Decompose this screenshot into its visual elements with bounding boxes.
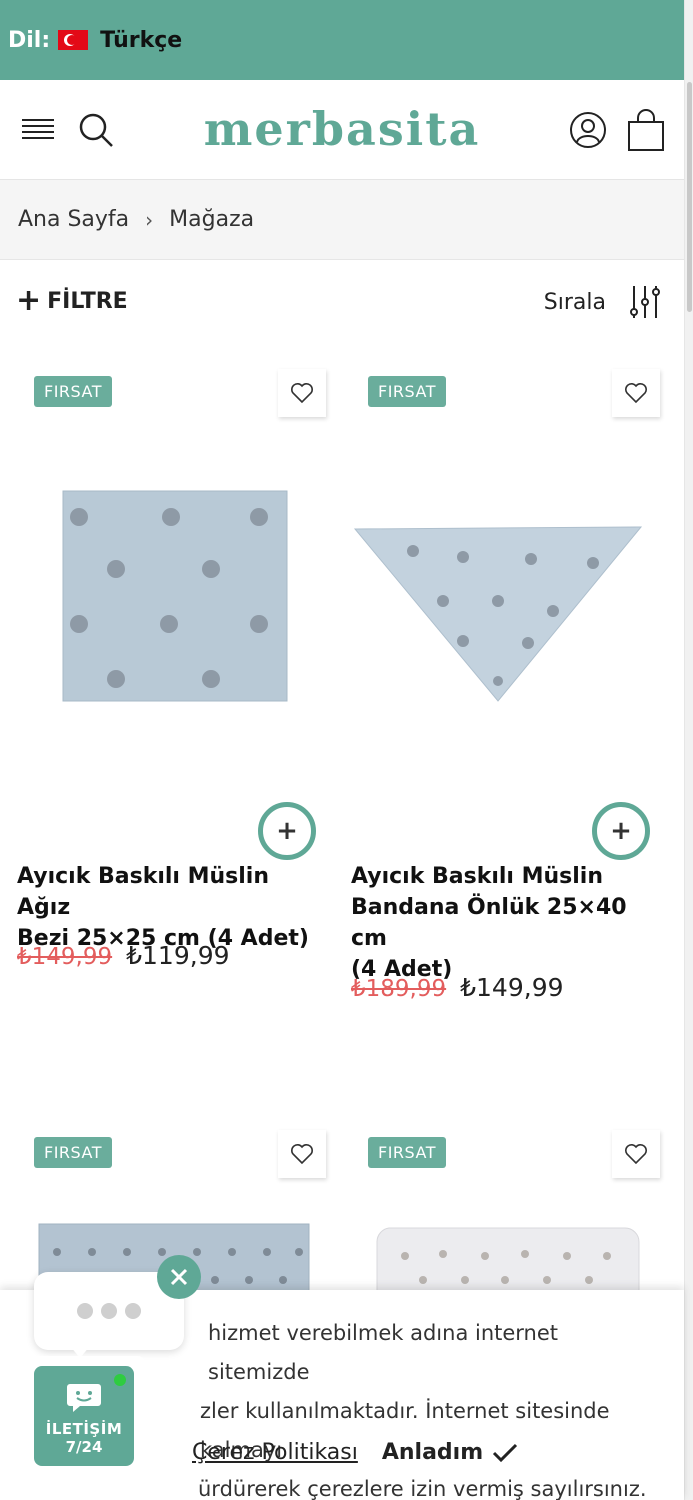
wishlist-button[interactable]: [278, 369, 326, 417]
product-prices: ₺149,99 ₺119,99: [17, 941, 230, 970]
close-icon: [170, 1268, 188, 1286]
old-price: ₺189,99: [351, 976, 447, 1002]
sliders-icon: [630, 286, 660, 318]
typing-dot: [101, 1303, 117, 1319]
chevron-right-icon: ›: [145, 207, 154, 232]
current-price: ₺119,99: [126, 941, 230, 970]
heart-icon: [625, 383, 647, 404]
sale-badge: FIRSAT: [368, 1137, 446, 1168]
product-image[interactable]: [375, 1226, 641, 1292]
heart-icon: [291, 1144, 313, 1165]
chat-close-button[interactable]: [157, 1255, 201, 1299]
cart-button[interactable]: [622, 106, 670, 154]
heart-icon: [625, 1144, 647, 1165]
product-name[interactable]: Ayıcık Baskılı Müslin Bandana Önlük 25×4…: [351, 861, 663, 985]
sale-badge: FIRSAT: [368, 376, 446, 407]
chat-hours: 7/24: [65, 1438, 103, 1456]
language-label: Dil:: [8, 27, 51, 53]
old-price: ₺149,99: [17, 944, 113, 970]
product-card[interactable]: FIRSAT + Ayıcık Baskılı Müslin Bandana Ö…: [351, 361, 663, 1011]
filter-label: FİLTRE: [47, 288, 128, 314]
sort-button[interactable]: Sırala: [544, 284, 662, 320]
sale-badge: FIRSAT: [34, 1137, 112, 1168]
product-name-line: Ayıcık Baskılı Müslin: [351, 864, 604, 889]
plus-icon: +: [16, 283, 42, 318]
filter-button[interactable]: + FİLTRE: [16, 286, 128, 316]
breadcrumb: Ana Sayfa › Mağaza: [0, 180, 684, 260]
page-scrollbar[interactable]: [684, 0, 693, 1500]
wishlist-button[interactable]: [278, 1130, 326, 1178]
turkey-flag-icon[interactable]: [58, 30, 89, 50]
site-header: merbasita: [0, 80, 684, 180]
cookie-accept-label: Anladım: [381, 1440, 484, 1465]
chat-label: İLETİŞİM: [45, 1420, 123, 1438]
chat-smile-icon: [67, 1384, 101, 1412]
breadcrumb-store[interactable]: Mağaza: [169, 207, 254, 232]
online-status-indicator: [112, 1372, 128, 1388]
product-name-line: Ayıcık Baskılı Müslin Ağız: [17, 864, 270, 920]
filter-bar: + FİLTRE Sırala: [0, 262, 684, 346]
heart-icon: [291, 383, 313, 404]
sale-badge: FIRSAT: [34, 376, 112, 407]
breadcrumb-home[interactable]: Ana Sayfa: [18, 207, 129, 232]
cookie-actions: Çerez Politikası Anladım: [192, 1440, 519, 1465]
cookie-policy-link[interactable]: Çerez Politikası: [192, 1440, 358, 1465]
language-bar: Dil: Türkçe: [0, 0, 684, 80]
product-image[interactable]: [353, 521, 643, 705]
wishlist-button[interactable]: [612, 369, 660, 417]
sort-label: Sırala: [543, 289, 606, 315]
product-prices: ₺189,99 ₺149,99: [351, 973, 564, 1002]
checkmark-icon: [493, 1443, 518, 1462]
wishlist-button[interactable]: [612, 1130, 660, 1178]
language-selector[interactable]: Türkçe: [100, 28, 182, 53]
typing-dot: [77, 1303, 93, 1319]
product-card[interactable]: FIRSAT + Ayıcık Baskılı Müslin Ağız Bezi…: [17, 361, 329, 1011]
shopping-bag-icon: [628, 109, 664, 151]
scrollbar-thumb[interactable]: [687, 82, 692, 312]
product-name-line: Bandana Önlük 25×40 cm: [351, 895, 627, 951]
account-button[interactable]: [564, 106, 612, 154]
current-price: ₺149,99: [460, 973, 564, 1002]
cookie-accept-button[interactable]: Anladım: [382, 1440, 519, 1465]
user-icon: [570, 112, 606, 148]
typing-dot: [125, 1303, 141, 1319]
chat-launcher-button[interactable]: İLETİŞİM 7/24: [34, 1366, 134, 1466]
product-image[interactable]: [61, 489, 289, 703]
product-card[interactable]: FIRSAT: [351, 1122, 663, 1292]
add-to-cart-button[interactable]: +: [258, 802, 316, 860]
add-to-cart-button[interactable]: +: [592, 802, 650, 860]
